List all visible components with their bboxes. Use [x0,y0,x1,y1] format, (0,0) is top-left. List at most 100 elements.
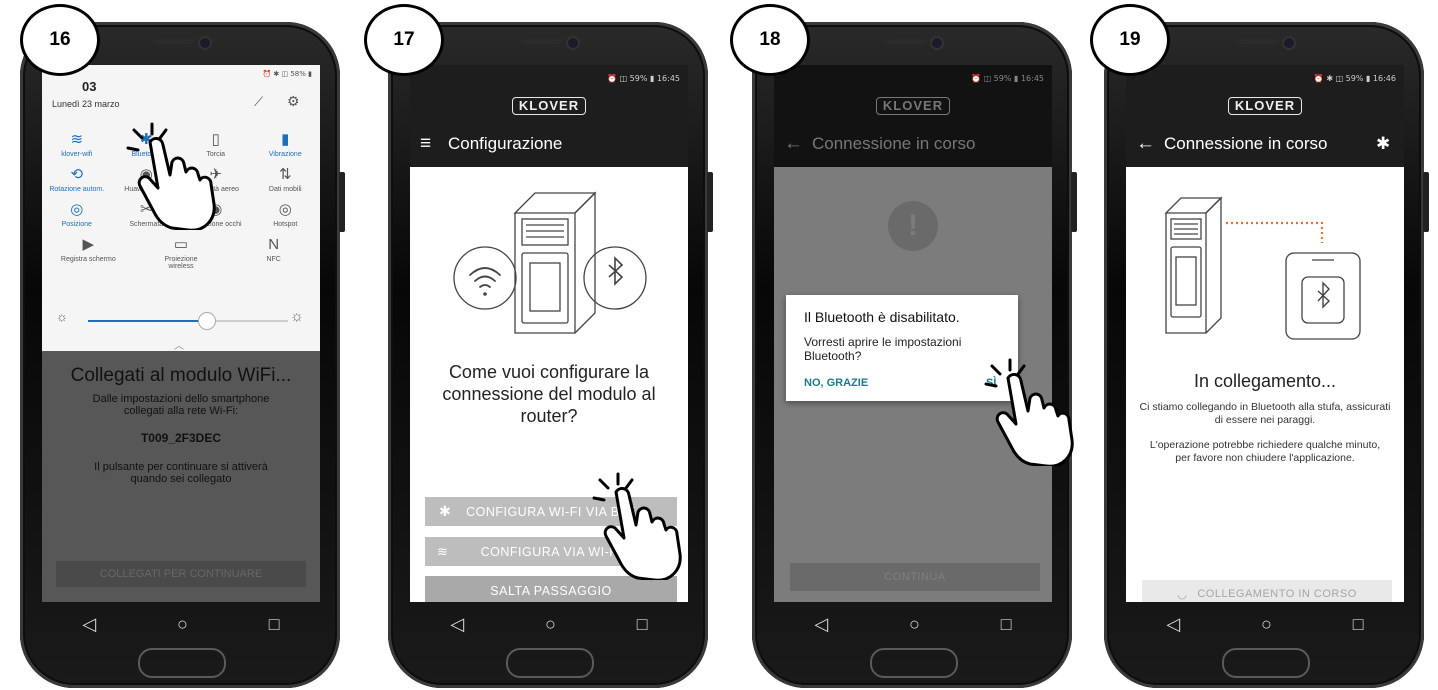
screen: ⏰ ✱ ◫ 59% ▮ 16:46 KLOVER ← Connessione i… [1126,65,1404,602]
quick-tile-label: Proiezione wireless [164,256,198,270]
step-badge: 17 [364,4,444,76]
status-bar: ⏰ ◫ 59% ▮ 16:45 [774,65,1052,91]
no-thanks-button[interactable]: NO, GRAZIE [804,377,868,389]
bg-instruction: Dalle impostazioni dello smartphone coll… [92,393,270,417]
quick-tile-label: Vibrazione [268,151,302,158]
home-nav-icon[interactable]: ○ [909,614,920,635]
location-icon: ◎ [70,201,84,218]
recents-nav-icon[interactable]: □ [1353,614,1364,635]
nav-bar: ◁ ○ □ [42,602,320,646]
back-arrow-icon[interactable]: ← [784,133,812,155]
spinner-icon: ◡ [1177,588,1188,601]
quick-tile[interactable]: ◎ Hotspot [257,199,313,228]
clock: 03 [82,79,97,94]
home-nav-icon[interactable]: ○ [545,614,556,635]
screen: ⏰ ◫ 59% ▮ 16:45 KLOVER ← Connessione in … [774,65,1052,602]
quick-tile[interactable]: ▶ Registra schermo [60,234,116,270]
vibration-icon: ▮ [281,131,290,148]
network-name: T009_2F3DEC [140,431,222,445]
pointing-hand-icon [984,358,1074,466]
logo-bar: KLOVER [1126,91,1404,121]
dialog-body: Vorresti aprire le impostazioni Bluetoot… [804,335,962,363]
home-button[interactable] [1222,648,1310,678]
bluetooth-icon: ✱ [439,503,452,519]
back-arrow-icon[interactable]: ← [1136,133,1164,155]
front-camera [930,36,944,50]
pointing-hand-icon [592,472,682,580]
home-nav-icon[interactable]: ○ [1261,614,1272,635]
quick-tile[interactable]: ◎ Posizione [49,199,105,228]
quick-tile-label: Hotspot [273,221,298,228]
quick-tile[interactable]: ⟲ Rotazione autom. [49,164,105,193]
logo-bar: KLOVER [410,91,688,121]
menu-icon[interactable]: ≡ [420,133,448,155]
earpiece [886,39,926,44]
quick-tile-label: Dati mobili [268,186,302,193]
klover-logo: KLOVER [1227,97,1303,115]
continue-button[interactable]: COLLEGATI PER CONTINUARE [56,561,306,587]
connecting-text: Ci stiamo collegando in Bluetooth alla s… [1139,401,1391,426]
status-bar: ⏰ ◫ 59% ▮ 16:45 [410,65,688,91]
date: Lunedì 23 marzo [52,99,120,109]
pointing-hand-icon [126,122,216,230]
volume-button [707,172,713,232]
volume-button [1423,172,1429,232]
brightness-low-icon: ☼ [56,309,68,324]
recents-nav-icon[interactable]: □ [1001,614,1012,635]
quick-tile[interactable]: ⇅ Dati mobili [257,164,313,193]
config-question: Come vuoi configurare la connessione del… [442,362,656,426]
home-button[interactable] [870,648,958,678]
connecting-heading: In collegamento... [1193,371,1337,391]
app-bar: ≡ Configurazione [410,121,688,167]
quick-tile-label: klover-wifi [61,151,93,158]
quick-tile-label: Registra schermo [60,256,116,263]
front-camera [566,36,580,50]
connection-illustration [1164,196,1361,340]
warning-icon: ! [888,201,938,251]
page-title: Connessione in corso [1164,134,1328,153]
rotation-icon: ⟲ [70,166,84,183]
bluetooth-icon: ✱ [1376,134,1391,153]
quick-tile[interactable]: N NFC [246,234,302,270]
brightness-slider[interactable]: ☼ ☼ [42,308,320,331]
bg-title: Collegati al modulo WiFi... [70,365,292,386]
quick-tile[interactable]: ▮ Vibrazione [257,129,313,158]
back-nav-icon[interactable]: ◁ [1166,614,1180,635]
recents-nav-icon[interactable]: □ [269,614,280,635]
home-button[interactable] [138,648,226,678]
home-button[interactable] [506,648,594,678]
back-nav-icon[interactable]: ◁ [82,614,96,635]
nav-bar: ◁ ○ □ [774,602,1052,646]
phone-step-17: ⏰ ◫ 59% ▮ 16:45 KLOVER ≡ Configurazione [388,22,713,688]
recents-nav-icon[interactable]: □ [637,614,648,635]
earpiece [154,39,194,44]
status-bar: ⏰ ✱ ◫ 59% ▮ 16:46 [1126,65,1404,91]
step-badge: 18 [730,4,810,76]
back-nav-icon[interactable]: ◁ [814,614,828,635]
button-label: SALTA PASSAGGIO [490,583,612,598]
front-camera [198,36,212,50]
wifi-icon: ≋ [70,131,84,148]
hotspot-icon: ◎ [278,201,292,218]
step-badge: 16 [20,4,100,76]
home-nav-icon[interactable]: ○ [177,614,188,635]
brightness-knob[interactable] [198,312,216,330]
continue-button[interactable]: CONTINUA [790,563,1040,591]
earpiece [1238,39,1278,44]
quick-tile[interactable]: ≋ klover-wifi [49,129,105,158]
nav-bar: ◁ ○ □ [1126,602,1404,646]
dialog-title: Il Bluetooth è disabilitato. [804,309,960,325]
klover-logo: KLOVER [875,97,951,115]
step-badge: 19 [1090,4,1170,76]
gear-icon[interactable]: ⚙ [287,93,300,110]
collapse-handle-icon[interactable]: ︿ [174,337,184,352]
klover-logo: KLOVER [511,97,587,115]
volume-button [339,172,345,232]
back-nav-icon[interactable]: ◁ [450,614,464,635]
wait-text: L'operazione potrebbe richiedere qualche… [1149,439,1381,464]
edit-icon[interactable]: ⟋ [254,94,263,110]
quick-tile[interactable]: ▭ Proiezione wireless [153,234,209,270]
stove-illustration [453,191,647,334]
nfc-icon: N [268,236,280,253]
connecting-button[interactable]: ◡ COLLEGAMENTO IN CORSO [1142,580,1392,602]
